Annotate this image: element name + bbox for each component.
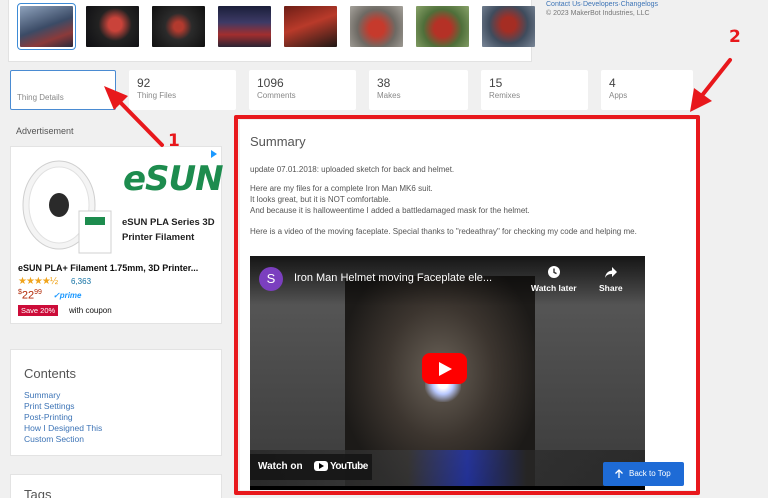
price-cents: 99 <box>34 289 42 296</box>
annotation-arrow-2 <box>690 58 732 112</box>
gallery-thumbnail[interactable] <box>86 6 139 47</box>
contents-link-how-i-designed[interactable]: How I Designed This <box>24 423 221 434</box>
coupon-text: with coupon <box>69 306 112 315</box>
tab-label: Thing Details <box>17 93 64 102</box>
advertisement-label: Advertisement <box>16 126 74 136</box>
filament-spool-image <box>22 160 112 254</box>
back-to-top-button[interactable]: Back to Top <box>603 462 684 486</box>
adchoices-icon[interactable] <box>209 149 219 159</box>
contents-link-print-settings[interactable]: Print Settings <box>24 401 221 412</box>
tab-makes[interactable]: 38 Makes <box>369 70 468 110</box>
gallery-thumbnail[interactable] <box>152 6 205 47</box>
back-to-top-label: Back to Top <box>629 469 671 478</box>
tab-count: 15 <box>489 76 503 90</box>
tab-comments[interactable]: 1096 Comments <box>249 70 356 110</box>
tab-label: Remixes <box>489 91 521 100</box>
tab-remixes[interactable]: 15 Remixes <box>481 70 588 110</box>
tab-label: Comments <box>257 91 296 100</box>
gallery-thumbnail[interactable] <box>284 6 337 47</box>
tab-thing-files[interactable]: 92 Thing Files <box>129 70 236 110</box>
ad-price: $2299 <box>18 289 42 302</box>
tab-label: Thing Files <box>137 91 177 100</box>
ad-product-name[interactable]: eSUN PLA+ Filament 1.75mm, 3D Printer... <box>18 263 218 273</box>
tags-heading: Tags <box>24 487 52 498</box>
advertisement-card[interactable]: eSUN eSUN PLA Series 3D Printer Filament… <box>10 146 224 324</box>
contents-heading: Contents <box>24 366 77 381</box>
contents-link-summary[interactable]: Summary <box>24 390 221 401</box>
copyright-text: © 2023 MakerBot Industries, LLC <box>546 10 650 17</box>
tab-count: 1096 <box>257 76 284 90</box>
gallery-thumbnail-selected[interactable] <box>17 3 76 50</box>
tags-panel: Tags <box>10 474 222 498</box>
tab-count: 38 <box>377 76 391 90</box>
arrow-up-icon <box>615 469 623 478</box>
tab-label: Apps <box>609 91 628 100</box>
image-gallery <box>8 0 535 62</box>
contents-panel: Contents Summary Print Settings Post-Pri… <box>10 349 222 456</box>
annotation-number-2: 2 <box>729 27 741 47</box>
rating-stars-icon: ★★★★½ <box>18 276 58 287</box>
tab-count: 92 <box>137 76 151 90</box>
contents-link-post-printing[interactable]: Post-Printing <box>24 412 221 423</box>
tab-apps[interactable]: 4 Apps <box>601 70 693 110</box>
tab-thing-details[interactable]: Thing Details <box>10 70 116 110</box>
gallery-thumbnail[interactable] <box>350 6 403 47</box>
tab-label: Makes <box>377 91 401 100</box>
gallery-thumbnail[interactable] <box>482 6 535 47</box>
annotation-number-1: 1 <box>168 131 180 151</box>
ad-title[interactable]: eSUN PLA Series 3D Printer Filament <box>122 215 220 245</box>
tab-count: 4 <box>609 76 616 90</box>
prime-badge: ✓prime <box>53 291 82 300</box>
price-whole: 22 <box>21 289 35 302</box>
gallery-thumbnail[interactable] <box>218 6 271 47</box>
gallery-thumbnail[interactable] <box>416 6 469 47</box>
annotation-highlight-box <box>234 115 700 495</box>
esun-logo: eSUN <box>123 159 224 199</box>
save-badge: Save 20% <box>18 305 59 316</box>
review-count[interactable]: 6,363 <box>71 277 91 286</box>
contents-link-custom-section[interactable]: Custom Section <box>24 434 221 445</box>
footer-links: Contact Us·Developers·Changelogs © 2023 … <box>546 0 658 18</box>
footer-link-row[interactable]: Contact Us·Developers·Changelogs <box>546 0 658 9</box>
